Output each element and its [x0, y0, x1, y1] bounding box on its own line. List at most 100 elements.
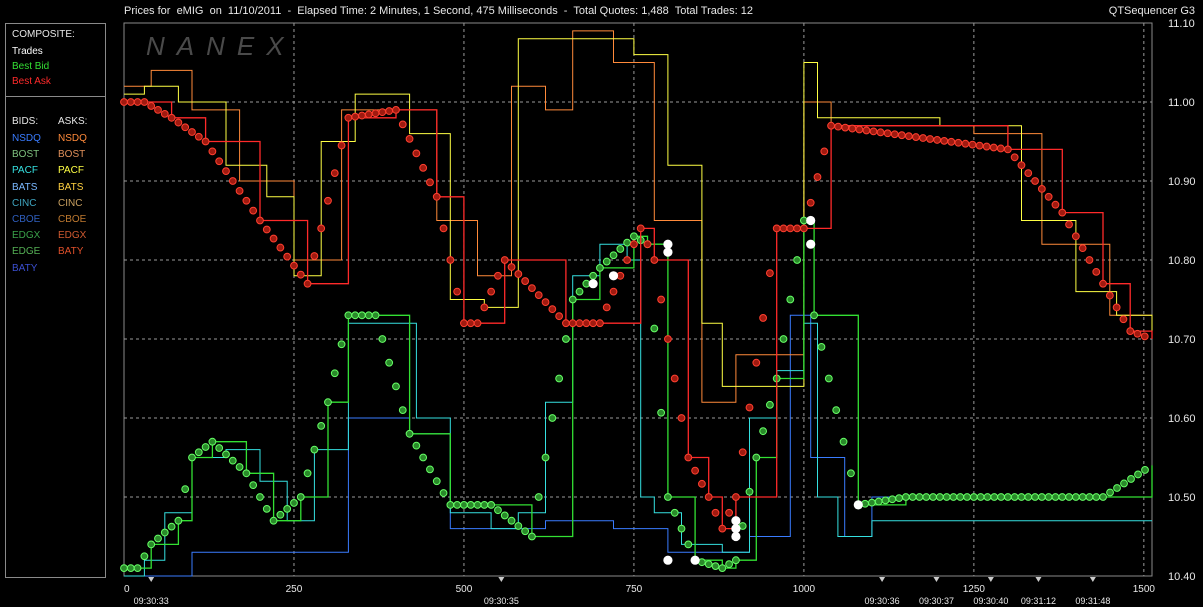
quote-point-best-ask: [432, 192, 441, 201]
quote-point-best-bid: [215, 444, 224, 452]
trade-point: [731, 524, 741, 534]
quote-point-best-bid: [963, 493, 971, 501]
quote-point-best-ask: [813, 173, 822, 181]
quote-point-best-ask: [1044, 192, 1053, 201]
quote-point-best-bid: [208, 437, 217, 446]
quote-point-best-bid: [351, 311, 360, 320]
quote-point-best-bid: [405, 429, 414, 438]
quote-point-best-ask: [609, 287, 618, 296]
quote-point-best-bid: [283, 504, 292, 513]
time-label: 09:30:36: [865, 596, 900, 606]
quote-point-best-ask: [827, 121, 835, 130]
quote-point-best-ask: [1105, 291, 1114, 300]
quote-point-best-bid: [895, 494, 903, 503]
quote-point-best-ask: [1065, 220, 1073, 229]
quote-point-best-bid: [575, 287, 584, 296]
quote-point-best-ask: [630, 240, 638, 249]
quote-point-best-ask: [940, 136, 949, 145]
quote-point-best-bid: [810, 311, 818, 320]
quote-point-best-ask: [961, 139, 970, 148]
quote-point-best-ask: [926, 135, 934, 143]
quote-point-best-ask: [623, 256, 632, 264]
quote-point-best-ask: [228, 177, 237, 185]
trade-point: [806, 215, 816, 226]
quote-point-best-ask: [385, 107, 394, 115]
quote-point-best-bid: [684, 540, 693, 549]
quote-point-best-bid: [269, 516, 278, 525]
quote-point-best-bid: [1044, 493, 1053, 501]
quote-point-best-ask: [500, 256, 509, 264]
quote-point-best-ask: [514, 270, 523, 278]
quote-point-best-ask: [745, 403, 754, 412]
quote-point-best-ask: [834, 122, 843, 131]
quote-point-best-bid: [412, 441, 421, 450]
quote-point-best-ask: [222, 167, 230, 176]
quote-point-best-bid: [262, 504, 271, 513]
quote-point-best-bid: [983, 493, 992, 501]
quote-point-best-bid: [1024, 493, 1033, 501]
quote-point-best-ask: [989, 143, 998, 152]
quote-point-best-ask: [752, 358, 761, 367]
quote-point-best-bid: [534, 493, 543, 501]
quote-point-best-bid: [120, 564, 128, 572]
plot-area: [123, 22, 1153, 577]
quote-point-best-ask: [799, 224, 808, 233]
quote-point-best-bid: [1092, 493, 1101, 501]
trade-point: [731, 516, 741, 526]
quote-point-best-bid: [990, 493, 999, 501]
quote-point-best-ask: [1140, 332, 1149, 341]
quote-point-best-ask: [982, 142, 991, 151]
quote-point-best-ask: [1085, 256, 1094, 264]
quote-point-best-ask: [310, 252, 319, 260]
quote-point-best-bid: [1127, 475, 1135, 483]
trade-point: [588, 279, 598, 289]
time-label: 09:30:37: [919, 596, 954, 606]
quote-point-best-bid: [881, 496, 890, 505]
quote-point-best-bid: [358, 311, 366, 320]
quote-point-best-ask: [412, 149, 421, 158]
trade-point: [608, 271, 619, 281]
quote-point-best-ask: [786, 224, 795, 233]
quote-point-best-ask: [181, 123, 190, 132]
quote-point-best-ask: [876, 128, 885, 137]
quote-point-best-bid: [609, 251, 618, 260]
quote-point-best-ask: [364, 110, 373, 119]
quote-point-best-bid: [310, 445, 319, 454]
quote-point-best-ask: [996, 144, 1005, 153]
quote-point-best-bid: [677, 524, 686, 533]
quote-point-best-ask: [862, 126, 871, 135]
quote-point-best-bid: [398, 406, 407, 415]
quote-point-best-bid: [296, 493, 305, 501]
trade-point: [663, 239, 673, 249]
quote-point-best-ask: [188, 128, 196, 136]
time-marker: [1035, 577, 1042, 582]
quote-point-best-ask: [521, 277, 530, 285]
quote-point-best-ask: [487, 287, 496, 296]
quote-point-best-bid: [786, 295, 795, 304]
trade-point: [663, 247, 673, 257]
trade-point: [806, 239, 816, 249]
quote-point-best-ask: [534, 291, 543, 300]
quote-point-best-ask: [725, 508, 734, 517]
quote-point-best-bid: [249, 481, 258, 490]
quote-point-best-ask: [582, 319, 591, 328]
time-marker: [933, 577, 940, 582]
quote-point-best-ask: [759, 314, 768, 322]
trade-point: [731, 531, 741, 542]
y-tick-label: 10.70: [1168, 334, 1196, 346]
quote-point-best-ask: [912, 133, 920, 141]
quote-point-best-bid: [167, 522, 176, 531]
quote-point-best-ask: [1037, 185, 1046, 193]
quote-point-best-bid: [847, 469, 855, 478]
time-marker: [148, 577, 155, 582]
quote-point-best-ask: [344, 113, 353, 122]
quote-point-best-bid: [765, 400, 774, 409]
quote-point-best-ask: [480, 303, 489, 312]
quote-point-best-ask: [1051, 200, 1060, 209]
quote-point-best-ask: [453, 287, 462, 296]
quote-point-best-bid: [568, 295, 577, 304]
quote-point-best-bid: [602, 257, 611, 266]
quote-point-best-bid: [548, 414, 557, 422]
quote-point-best-bid: [1017, 493, 1026, 501]
quote-point-best-bid: [969, 493, 978, 501]
